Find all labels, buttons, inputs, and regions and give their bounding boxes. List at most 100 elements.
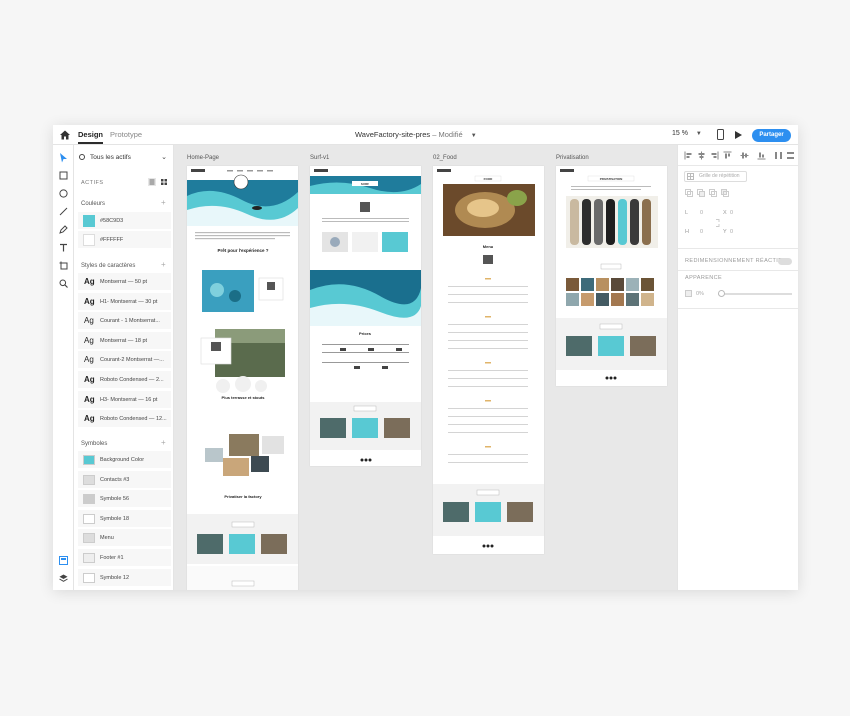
- menu-lines: [448, 286, 528, 463]
- artboard-label-surf[interactable]: Surf-v1: [310, 155, 329, 161]
- opacity-value[interactable]: 0%: [696, 291, 704, 297]
- lock-aspect-icon[interactable]: [715, 219, 720, 227]
- symbols-section-label: Symboles: [81, 441, 108, 447]
- tools-toolbar: [53, 145, 74, 590]
- grid-view-icon[interactable]: [160, 178, 168, 186]
- width-input[interactable]: 0: [700, 210, 703, 216]
- symbol-label: Background Color: [100, 457, 145, 463]
- share-button[interactable]: Partager: [752, 129, 791, 142]
- zoom-tool-icon[interactable]: [58, 278, 69, 289]
- select-tool-icon[interactable]: [58, 152, 69, 163]
- top-bar: Design Prototype WaveFactory-site-pres –…: [53, 125, 798, 145]
- distribute-vertical-icon[interactable]: [786, 151, 795, 160]
- artboard-surf-v1[interactable]: SURF Prices: [310, 166, 421, 466]
- align-center-h-icon[interactable]: [697, 151, 706, 160]
- width-label: L: [685, 210, 689, 216]
- symbol-label: Menu: [100, 535, 114, 542]
- char-style-row[interactable]: Ag Montserrat — 18 pt: [78, 331, 171, 350]
- line-tool-icon[interactable]: [58, 206, 69, 217]
- align-bottom-icon[interactable]: [757, 151, 766, 160]
- char-style-row[interactable]: Ag Roboto Condensed — 2...: [78, 371, 171, 389]
- responsive-resize-toggle[interactable]: [778, 258, 792, 265]
- char-style-label: Roboto Condensed — 2...: [100, 377, 164, 383]
- home-heading-1: Prêt pour l'expérience ?: [217, 248, 268, 253]
- artboard-home-page[interactable]: Prêt pour l'expérience ? Plus terrasse e…: [187, 166, 298, 590]
- rectangle-tool-icon[interactable]: [58, 170, 69, 181]
- design-canvas[interactable]: Home-Page Surf-v1 02_Food Privatisation …: [174, 145, 677, 590]
- document-name: WaveFactory-site-pres: [355, 130, 431, 139]
- symbol-row[interactable]: Menu: [78, 529, 171, 548]
- color-swatch: [83, 215, 95, 227]
- symbol-label: Contacts #3: [100, 476, 130, 483]
- color-swatch-row[interactable]: #58C9D3: [78, 212, 171, 230]
- char-style-glyph: Ag: [84, 335, 94, 345]
- footer-thumbnail-icon: [83, 553, 95, 563]
- x-input[interactable]: 0: [730, 210, 733, 216]
- color-swatch-label: #FFFFFF: [100, 237, 124, 243]
- layers-panel-icon[interactable]: [58, 573, 69, 584]
- symbol-row[interactable]: Symbole 18: [78, 509, 171, 528]
- symbol-row[interactable]: Background Color: [78, 451, 171, 469]
- pen-tool-icon[interactable]: [58, 224, 69, 235]
- repeat-grid-label: Grille de répétition: [699, 173, 740, 179]
- add-color-icon[interactable]: +: [161, 198, 166, 207]
- tab-prototype[interactable]: Prototype: [110, 130, 142, 139]
- tab-design[interactable]: Design: [78, 130, 104, 144]
- boolean-exclude-icon[interactable]: [721, 189, 729, 197]
- char-style-row[interactable]: Ag Courant-2 Montserrat —...: [78, 351, 171, 370]
- assets-filter-dropdown[interactable]: Tous les actifs ⌄: [79, 153, 169, 165]
- ellipse-tool-icon[interactable]: [58, 188, 69, 199]
- artboard-tool-icon[interactable]: [58, 260, 69, 271]
- char-style-row[interactable]: Ag Courant - 1 Montserrat...: [78, 312, 171, 331]
- height-input[interactable]: 0: [700, 229, 703, 235]
- char-style-row[interactable]: Ag Roboto Condensed — 12...: [78, 410, 171, 429]
- symbol-row[interactable]: Symbole 12: [78, 568, 171, 587]
- document-title[interactable]: WaveFactory-site-pres – Modifié ▼: [355, 130, 477, 139]
- symbol-row[interactable]: Symbole 56: [78, 490, 171, 509]
- boolean-intersect-icon[interactable]: [709, 189, 717, 197]
- surf-prices-heading: Prices: [359, 331, 372, 336]
- menu-thumbnail-icon: [83, 533, 95, 544]
- artboard-label-food[interactable]: 02_Food: [433, 155, 457, 161]
- char-styles-section-label: Styles de caractères: [81, 263, 136, 269]
- add-symbol-icon[interactable]: +: [161, 438, 166, 447]
- zoom-dropdown[interactable]: 15 % ▼: [672, 130, 702, 137]
- home-icon[interactable]: [59, 129, 71, 141]
- add-char-style-icon[interactable]: +: [161, 260, 166, 269]
- artboard-food[interactable]: FOOD Menu: [433, 166, 544, 554]
- colors-section-label: Couleurs: [81, 201, 106, 207]
- privatisation-badge: PRIVATISATION: [600, 177, 623, 181]
- list-view-icon[interactable]: [148, 178, 156, 186]
- align-left-icon[interactable]: [684, 151, 693, 160]
- char-style-glyph: Ag: [84, 316, 94, 326]
- privatisation-page-preview: PRIVATISATION: [556, 169, 667, 380]
- boolean-subtract-icon[interactable]: [697, 189, 705, 197]
- mobile-preview-icon[interactable]: [717, 129, 724, 140]
- symbol-row[interactable]: Footer #1: [78, 549, 171, 567]
- align-middle-v-icon[interactable]: [740, 151, 749, 160]
- text-tool-icon[interactable]: [58, 242, 69, 253]
- play-icon[interactable]: [735, 131, 742, 139]
- home-heading-3: Privatiser la factory: [224, 494, 262, 499]
- align-right-icon[interactable]: [710, 151, 719, 160]
- distribute-horizontal-icon[interactable]: [774, 151, 783, 160]
- assets-panel-icon[interactable]: [58, 555, 69, 566]
- symbol-row[interactable]: Contacts #3: [78, 470, 171, 489]
- y-input[interactable]: 0: [730, 229, 733, 235]
- char-style-row[interactable]: Ag H3- Montserrat — 16 pt: [78, 390, 171, 409]
- symbol-label: Symbole 56: [100, 496, 130, 503]
- artboard-label-privatisation[interactable]: Privatisation: [556, 155, 589, 161]
- responsive-resize-label: REDIMENSIONNEMENT RÉACTIF: [685, 258, 782, 264]
- align-top-icon[interactable]: [723, 151, 732, 160]
- boolean-add-icon[interactable]: [685, 189, 693, 197]
- artboard-label-home[interactable]: Home-Page: [187, 155, 219, 161]
- surf-page-preview: SURF Prices: [310, 169, 421, 462]
- assets-panel: Tous les actifs ⌄ ACTIFS Couleurs + Styl…: [74, 145, 174, 590]
- xd-app-window: Design Prototype WaveFactory-site-pres –…: [53, 125, 798, 590]
- opacity-slider-handle[interactable]: [718, 290, 725, 297]
- char-style-row[interactable]: Ag Montserrat — 50 pt: [78, 273, 171, 291]
- char-style-row[interactable]: Ag H1- Montserrat — 30 pt: [78, 292, 171, 311]
- artboard-privatisation[interactable]: PRIVATISATION: [556, 166, 667, 386]
- color-swatch-row[interactable]: #FFFFFF: [78, 231, 171, 249]
- opacity-slider-track[interactable]: [718, 293, 792, 295]
